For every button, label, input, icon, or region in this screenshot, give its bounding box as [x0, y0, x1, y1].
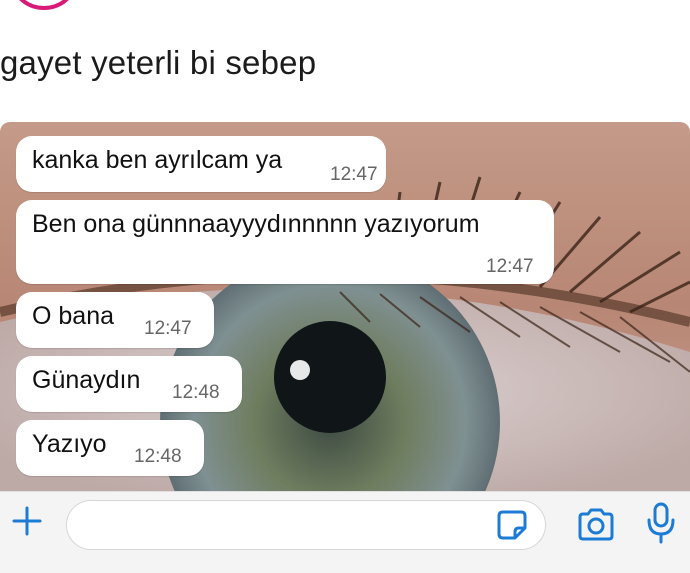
- message-text: kanka ben ayrılcam ya: [32, 146, 283, 174]
- bottom-bar: [0, 563, 690, 573]
- message-text: Yazıyo: [32, 430, 107, 458]
- message-bubble[interactable]: Günaydın 12:48: [16, 356, 242, 412]
- message-bubble[interactable]: Yazıyo 12:48: [16, 420, 204, 476]
- message-time: 12:47: [486, 256, 534, 277]
- sticker-icon[interactable]: [495, 508, 529, 542]
- message-composer: [0, 491, 690, 564]
- message-time: 12:47: [144, 318, 192, 339]
- post-caption: gayet yeterli bi sebep: [0, 44, 317, 81]
- camera-icon[interactable]: [576, 507, 616, 543]
- avatar[interactable]: [8, 0, 80, 10]
- message-bubble[interactable]: O bana 12:47: [16, 292, 214, 348]
- message-bubble[interactable]: kanka ben ayrılcam ya 12:47: [16, 136, 386, 192]
- chat-screenshot: kanka ben ayrılcam ya 12:47 Ben ona günn…: [0, 122, 690, 492]
- message-time: 12:48: [134, 446, 182, 467]
- message-time: 12:47: [330, 164, 378, 185]
- message-time: 12:48: [172, 382, 220, 403]
- message-text: Ben ona günnnaayyydınnnnn yazıyorum: [32, 210, 480, 238]
- message-text: Günaydın: [32, 366, 141, 394]
- message-input[interactable]: [66, 500, 546, 550]
- message-text: O bana: [32, 302, 115, 330]
- mic-icon[interactable]: [646, 502, 676, 544]
- plus-icon[interactable]: [10, 504, 44, 538]
- message-bubble[interactable]: Ben ona günnnaayyydınnnnn yazıyorum 12:4…: [16, 200, 554, 284]
